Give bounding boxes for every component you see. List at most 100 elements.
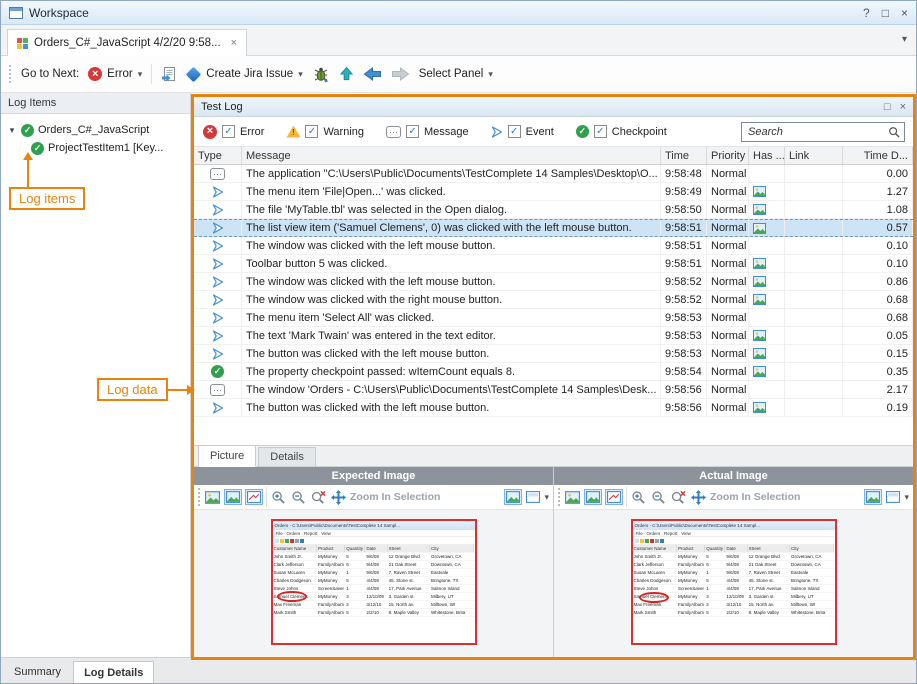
- forward-button[interactable]: [391, 67, 410, 81]
- tab-log-details[interactable]: Log Details: [73, 661, 154, 683]
- chevron-down-icon[interactable]: ▾: [544, 492, 549, 503]
- show-image-toggle[interactable]: [584, 489, 602, 505]
- log-time: 9:58:53: [661, 309, 707, 326]
- help-button[interactable]: ?: [863, 6, 870, 20]
- log-row[interactable]: The window was clicked with the right mo…: [194, 291, 913, 309]
- filter-checkpoint[interactable]: ✓✓Checkpoint: [576, 125, 667, 138]
- log-link: [785, 183, 843, 200]
- log-message: The window was clicked with the right mo…: [242, 291, 661, 308]
- expander-icon[interactable]: ▾: [7, 125, 17, 136]
- show-image-toggle[interactable]: [224, 489, 242, 505]
- log-type: ✓: [194, 363, 242, 380]
- save-image-button[interactable]: [564, 489, 581, 506]
- back-button[interactable]: [363, 67, 382, 81]
- zoom-reset-button[interactable]: [670, 488, 687, 507]
- checkpoint-checkbox[interactable]: ✓: [594, 125, 607, 138]
- column-header-type[interactable]: Type: [194, 147, 242, 164]
- log-row[interactable]: The button was clicked with the left mou…: [194, 399, 913, 417]
- log-time: 9:58:52: [661, 273, 707, 290]
- tree-item-root[interactable]: ▾ ✓ Orders_C#_JavaScript: [1, 121, 190, 139]
- compare-view-button[interactable]: [504, 489, 522, 505]
- close-button[interactable]: ×: [901, 6, 908, 20]
- select-panel-label: Select Panel: [419, 68, 484, 80]
- filter-error[interactable]: ×✓Error: [203, 125, 264, 139]
- zoom-reset-button[interactable]: [310, 488, 327, 507]
- tab-details[interactable]: Details: [258, 447, 316, 466]
- tab-orders-log[interactable]: Orders_C#_JavaScript 4/2/20 9:58... ×: [7, 29, 247, 57]
- actual-image-view[interactable]: Orders - C:\Users\Public\Documents\TestC…: [554, 510, 913, 657]
- show-comparison-toggle[interactable]: [605, 489, 623, 505]
- annotation-line: [164, 389, 189, 391]
- report-bug-button[interactable]: [312, 66, 330, 83]
- tab-close-icon[interactable]: ×: [231, 37, 237, 49]
- log-row[interactable]: The menu item 'Select All' was clicked.9…: [194, 309, 913, 327]
- zoom-in-button[interactable]: [630, 488, 647, 507]
- column-header-pri[interactable]: Priority: [707, 147, 749, 164]
- event-checkbox[interactable]: ✓: [508, 125, 521, 138]
- log-row[interactable]: ⋯The application "C:\Users\Public\Docume…: [194, 165, 913, 183]
- create-jira-issue-button[interactable]: Create Jira Issue ▾: [186, 68, 302, 80]
- toolbar-grip[interactable]: [198, 488, 201, 506]
- log-time: 9:58:51: [661, 220, 707, 236]
- select-panel-button[interactable]: Select Panel ▾: [419, 68, 493, 80]
- log-row[interactable]: The button was clicked with the left mou…: [194, 345, 913, 363]
- log-time: 9:58:56: [661, 399, 707, 416]
- upload-button[interactable]: [339, 66, 354, 82]
- warning-checkbox[interactable]: ✓: [305, 125, 318, 138]
- tab-picture[interactable]: Picture: [198, 445, 256, 467]
- maximize-panel-icon[interactable]: □: [884, 101, 891, 113]
- picture-icon: [753, 186, 766, 197]
- log-row[interactable]: The list view item ('Samuel Clemens', 0)…: [194, 219, 913, 237]
- log-row[interactable]: The file 'MyTable.tbl' was selected in t…: [194, 201, 913, 219]
- column-header-timed[interactable]: Time D...: [843, 147, 913, 164]
- pin-button[interactable]: □: [882, 6, 889, 20]
- log-row[interactable]: The menu item 'File|Open...' was clicked…: [194, 183, 913, 201]
- log-priority: Normal: [707, 273, 749, 290]
- search-input[interactable]: Search: [741, 122, 905, 142]
- zoom-out-button[interactable]: [290, 488, 307, 507]
- log-type: [194, 345, 242, 362]
- column-header-msg[interactable]: Message: [242, 147, 661, 164]
- filters: ×✓Error !✓Warning ⋯✓Message ✓Event ✓✓Checkpo…: [203, 125, 667, 139]
- log-message: Toolbar button 5 was clicked.: [242, 255, 661, 272]
- log-time-diff: 0.68: [843, 309, 913, 326]
- zoom-fit-button[interactable]: [330, 488, 347, 507]
- log-row[interactable]: ✓The property checkpoint passed: wItemCo…: [194, 363, 913, 381]
- close-panel-icon[interactable]: ×: [900, 101, 906, 113]
- log-message: The list view item ('Samuel Clemens', 0)…: [242, 220, 661, 236]
- chevron-down-icon[interactable]: ▾: [904, 492, 909, 503]
- tab-summary[interactable]: Summary: [4, 661, 71, 683]
- image-options-button[interactable]: [885, 489, 901, 505]
- log-row[interactable]: The text 'Mark Twain' was entered in the…: [194, 327, 913, 345]
- log-row[interactable]: The window was clicked with the left mou…: [194, 273, 913, 291]
- save-image-button[interactable]: [204, 489, 221, 506]
- copy-log-button[interactable]: [161, 66, 177, 82]
- toolbar-grip[interactable]: [558, 488, 561, 506]
- zoom-fit-button[interactable]: [690, 488, 707, 507]
- log-time-diff: 0.00: [843, 165, 913, 182]
- show-comparison-toggle[interactable]: [245, 489, 263, 505]
- tab-overflow-chevron-icon[interactable]: ▾: [902, 34, 907, 45]
- goto-next-error-button[interactable]: × Error ▾: [88, 67, 142, 81]
- compare-view-button[interactable]: [864, 489, 882, 505]
- image-options-button[interactable]: [525, 489, 541, 505]
- test-log-panel-header[interactable]: Test Log □ ×: [194, 97, 913, 117]
- toolbar-grip[interactable]: [9, 65, 12, 83]
- filter-event[interactable]: ✓Event: [491, 125, 554, 138]
- column-header-time[interactable]: Time: [661, 147, 707, 164]
- log-message: The property checkpoint passed: wItemCou…: [242, 363, 661, 380]
- filter-message[interactable]: ⋯✓Message: [386, 125, 469, 138]
- annotation-arrow: [187, 385, 195, 395]
- log-row[interactable]: ⋯The window 'Orders - C:\Users\Public\Do…: [194, 381, 913, 399]
- window-title: Workspace: [29, 6, 89, 20]
- column-header-link[interactable]: Link: [785, 147, 843, 164]
- column-header-has[interactable]: Has ...: [749, 147, 785, 164]
- zoom-in-button[interactable]: [270, 488, 287, 507]
- expected-image-view[interactable]: Orders - C:\Users\Public\Documents\TestC…: [194, 510, 553, 657]
- zoom-out-button[interactable]: [650, 488, 667, 507]
- filter-warning[interactable]: !✓Warning: [286, 125, 364, 138]
- message-checkbox[interactable]: ✓: [406, 125, 419, 138]
- log-row[interactable]: The window was clicked with the left mou…: [194, 237, 913, 255]
- error-checkbox[interactable]: ✓: [222, 125, 235, 138]
- log-row[interactable]: Toolbar button 5 was clicked.9:58:51Norm…: [194, 255, 913, 273]
